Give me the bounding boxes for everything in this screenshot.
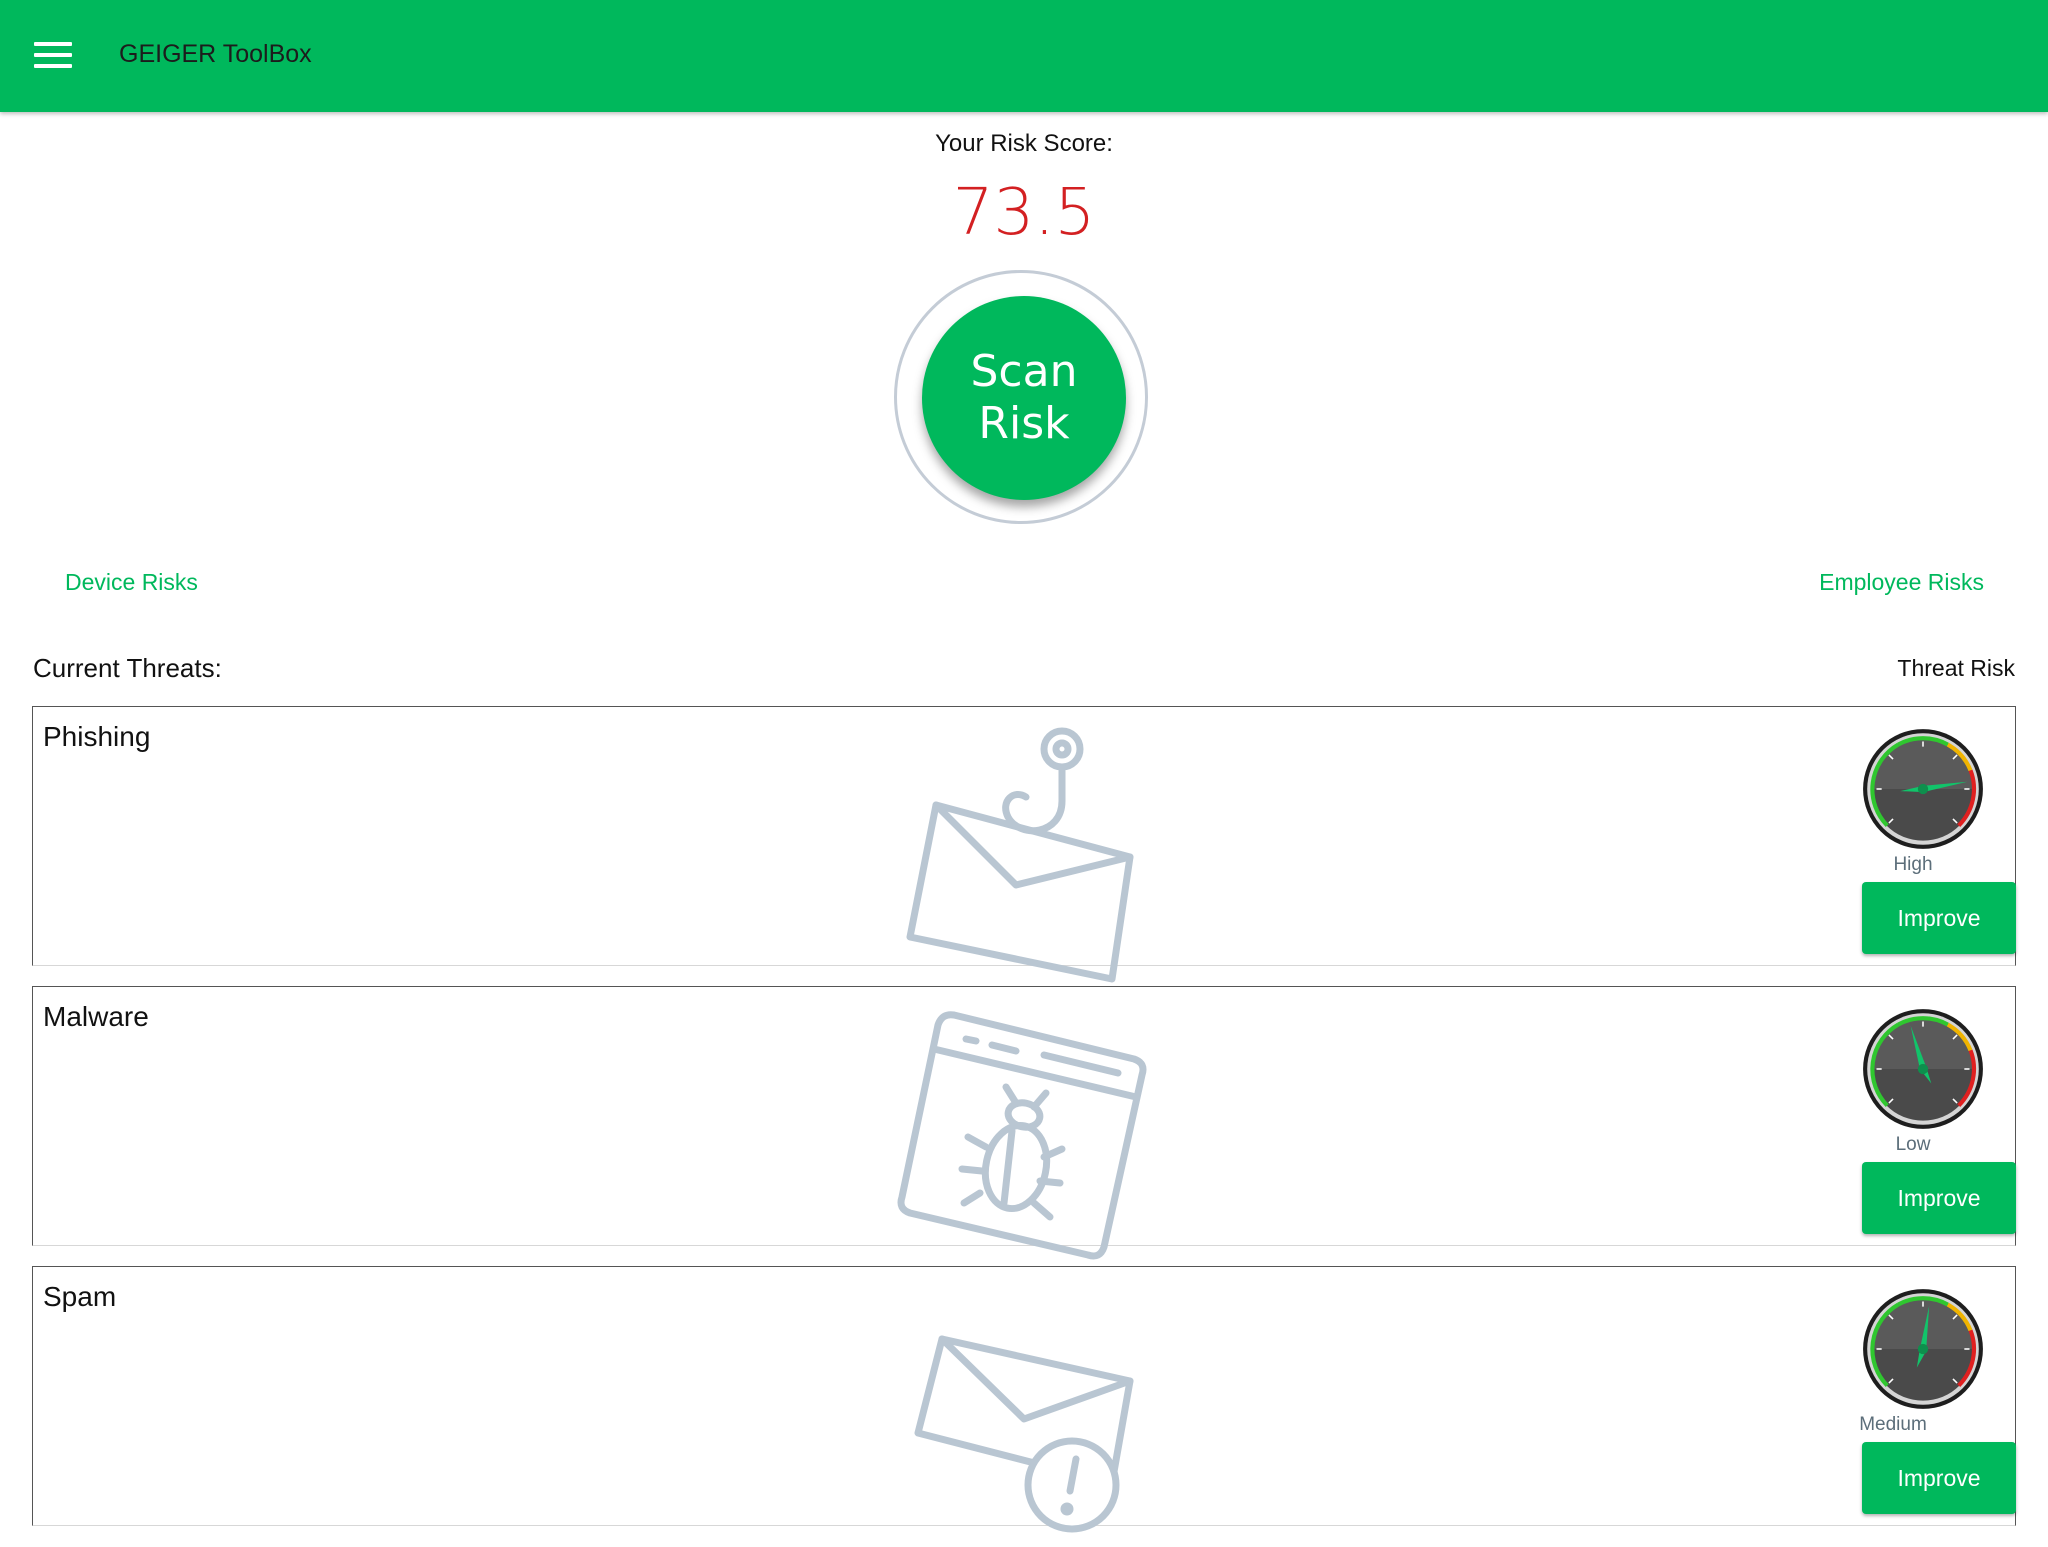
malware-bug-window-icon [897, 1011, 1147, 1260]
risk-gauge-high [1863, 729, 1983, 849]
threat-name: Phishing [43, 721, 151, 752]
risk-level-label: High [1893, 854, 1933, 875]
threat-card-phishing: Phishing High Improve [32, 706, 2016, 983]
improve-button[interactable]: Improve [1862, 1442, 2016, 1514]
threat-name: Spam [43, 1281, 117, 1312]
hamburger-menu-icon[interactable] [22, 30, 86, 82]
scan-risk-button[interactable]: Scan Risk [922, 296, 1126, 500]
risk-level-label: Medium [1859, 1414, 1927, 1435]
scan-button-label-line2: Risk [978, 398, 1070, 449]
improve-button[interactable]: Improve [1862, 882, 2016, 954]
risk-gauge-low [1863, 1009, 1983, 1129]
risk-score-label: Your Risk Score: [935, 130, 1113, 157]
risk-gauge-medium [1863, 1289, 1983, 1409]
threat-card-spam: Spam Medium Improve [32, 1266, 2016, 1533]
risk-level-label: Low [1895, 1134, 1931, 1155]
threat-card-malware: Malware Low Improve [32, 986, 2016, 1260]
scan-button-label-line1: Scan [970, 346, 1078, 397]
current-threats-heading: Current Threats: [33, 653, 222, 683]
phishing-envelope-hook-icon [906, 727, 1134, 983]
threat-risk-column-header: Threat Risk [1897, 655, 2015, 681]
improve-button[interactable]: Improve [1862, 1162, 2016, 1234]
app-bar: GEIGER ToolBox [0, 0, 2048, 112]
spam-envelope-warning-icon [914, 1335, 1134, 1533]
device-risks-link[interactable]: Device Risks [65, 569, 198, 596]
threat-name: Malware [43, 1001, 149, 1032]
risk-score-value: 73.5 [952, 176, 1096, 250]
employee-risks-link[interactable]: Employee Risks [1819, 569, 1984, 596]
app-title: GEIGER ToolBox [119, 40, 312, 68]
